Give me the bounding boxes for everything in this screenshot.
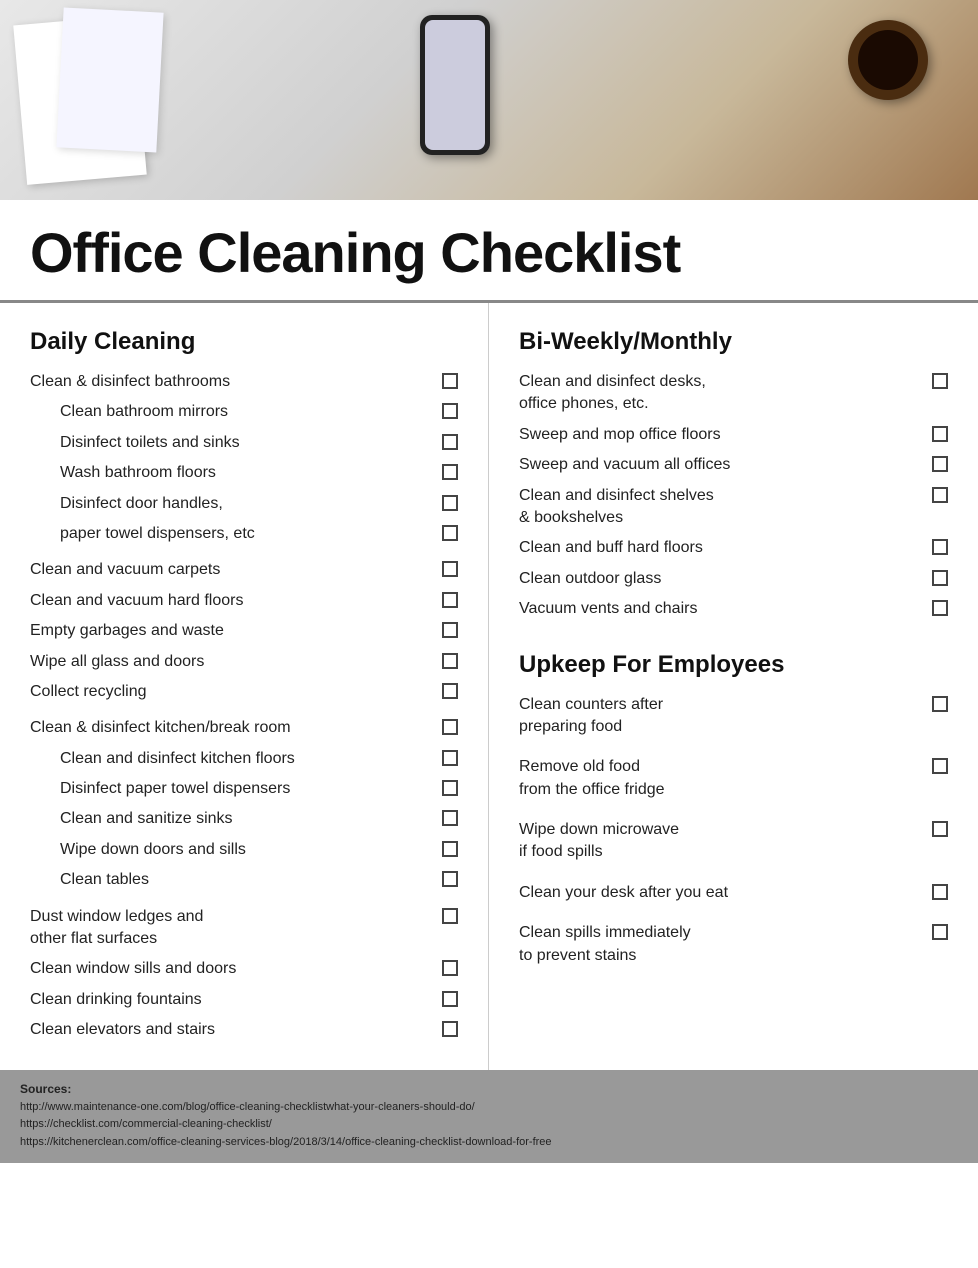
checkbox[interactable] <box>932 758 948 774</box>
checkbox[interactable] <box>932 426 948 442</box>
checkbox[interactable] <box>932 821 948 837</box>
checkbox[interactable] <box>932 456 948 472</box>
list-item: Clean and buff hard floors <box>519 537 948 559</box>
checkbox[interactable] <box>442 434 458 450</box>
bathroom-subitems: Clean bathroom mirrors Disinfect toilets… <box>30 401 458 545</box>
employees-section: Upkeep For Employees Clean counters afte… <box>519 651 948 968</box>
list-item: Clean and vacuum carpets <box>30 559 458 581</box>
list-item: Clean spills immediatelyto prevent stain… <box>519 922 948 967</box>
list-item: Clean and disinfect desks,office phones,… <box>519 371 948 416</box>
checkbox[interactable] <box>932 539 948 555</box>
list-item: Clean drinking fountains <box>30 989 458 1011</box>
header-photo <box>0 0 978 200</box>
checkbox[interactable] <box>442 373 458 389</box>
list-item: Clean your desk after you eat <box>519 882 948 904</box>
list-item: Wipe all glass and doors <box>30 651 458 673</box>
list-item: Clean and sanitize sinks <box>60 808 458 830</box>
checkbox[interactable] <box>442 841 458 857</box>
checkbox[interactable] <box>442 653 458 669</box>
list-item: Clean and vacuum hard floors <box>30 590 458 612</box>
list-item: Disinfect paper towel dispensers <box>60 778 458 800</box>
checkbox[interactable] <box>442 525 458 541</box>
list-item: Wash bathroom floors <box>60 462 458 484</box>
list-item: Clean and disinfect shelves& bookshelves <box>519 485 948 530</box>
checkbox[interactable] <box>442 464 458 480</box>
list-item: Sweep and mop office floors <box>519 424 948 446</box>
list-item: Clean tables <box>60 869 458 891</box>
employees-title: Upkeep For Employees <box>519 651 948 679</box>
biweekly-title: Bi-Weekly/Monthly <box>519 328 948 356</box>
footer-link-1: http://www.maintenance-one.com/blog/offi… <box>20 1101 475 1113</box>
left-column: Daily Cleaning Clean & disinfect bathroo… <box>0 303 489 1070</box>
checkbox[interactable] <box>932 600 948 616</box>
right-column: Bi-Weekly/Monthly Clean and disinfect de… <box>489 303 978 1070</box>
list-item: Disinfect toilets and sinks <box>60 432 458 454</box>
list-item: Wipe down microwaveif food spills <box>519 819 948 864</box>
footer-links: http://www.maintenance-one.com/blog/offi… <box>20 1099 958 1152</box>
kitchen-group: Clean & disinfect kitchen/break room Cle… <box>30 717 458 891</box>
list-item: Empty garbages and waste <box>30 620 458 642</box>
footer-link-3: https://kitchenerclean.com/office-cleani… <box>20 1136 552 1148</box>
checkbox[interactable] <box>442 750 458 766</box>
checkbox[interactable] <box>932 487 948 503</box>
coffee-cup-decoration <box>848 20 928 100</box>
phone-decoration <box>420 15 490 155</box>
checkbox[interactable] <box>932 696 948 712</box>
list-item: paper towel dispensers, etc <box>60 523 458 545</box>
list-item: Dust window ledges andother flat surface… <box>30 906 458 951</box>
list-item: Sweep and vacuum all offices <box>519 454 948 476</box>
daily-cleaning-title: Daily Cleaning <box>30 328 458 356</box>
list-item: Clean outdoor glass <box>519 568 948 590</box>
list-item: Clean elevators and stairs <box>30 1019 458 1041</box>
checkbox[interactable] <box>442 810 458 826</box>
list-item: Remove old foodfrom the office fridge <box>519 756 948 801</box>
list-item: Clean & disinfect kitchen/break room <box>30 717 458 739</box>
list-item: Clean window sills and doors <box>30 958 458 980</box>
checkbox[interactable] <box>442 908 458 924</box>
list-item: Disinfect door handles, <box>60 493 458 515</box>
list-item: Clean bathroom mirrors <box>60 401 458 423</box>
footer-link-2: https://checklist.com/commercial-cleanin… <box>20 1118 272 1130</box>
checkbox[interactable] <box>442 1021 458 1037</box>
checkbox[interactable] <box>442 622 458 638</box>
checkbox[interactable] <box>442 871 458 887</box>
windows-group: Dust window ledges andother flat surface… <box>30 906 458 1042</box>
list-item: Wipe down doors and sills <box>60 839 458 861</box>
checkbox[interactable] <box>932 373 948 389</box>
page-title: Office Cleaning Checklist <box>30 220 948 285</box>
list-item: Clean and disinfect kitchen floors <box>60 748 458 770</box>
checkbox[interactable] <box>442 780 458 796</box>
checkbox[interactable] <box>442 991 458 1007</box>
checkbox[interactable] <box>442 403 458 419</box>
footer: Sources: http://www.maintenance-one.com/… <box>0 1070 978 1164</box>
checkbox[interactable] <box>932 924 948 940</box>
checkbox[interactable] <box>442 592 458 608</box>
checkbox[interactable] <box>442 719 458 735</box>
checkbox[interactable] <box>442 683 458 699</box>
group-gap: Clean and vacuum carpets Clean and vacuu… <box>30 559 458 703</box>
checkbox[interactable] <box>932 570 948 586</box>
list-item: Clean counters afterpreparing food <box>519 694 948 739</box>
sources-label: Sources: <box>20 1082 958 1096</box>
checkbox[interactable] <box>442 495 458 511</box>
title-bar: Office Cleaning Checklist <box>0 200 978 303</box>
list-item: Collect recycling <box>30 681 458 703</box>
checkbox[interactable] <box>442 561 458 577</box>
checkbox[interactable] <box>442 960 458 976</box>
list-item: Vacuum vents and chairs <box>519 598 948 620</box>
kitchen-subitems: Clean and disinfect kitchen floors Disin… <box>30 748 458 892</box>
list-item: Clean & disinfect bathrooms <box>30 371 458 393</box>
checkbox[interactable] <box>932 884 948 900</box>
main-content: Daily Cleaning Clean & disinfect bathroo… <box>0 303 978 1070</box>
